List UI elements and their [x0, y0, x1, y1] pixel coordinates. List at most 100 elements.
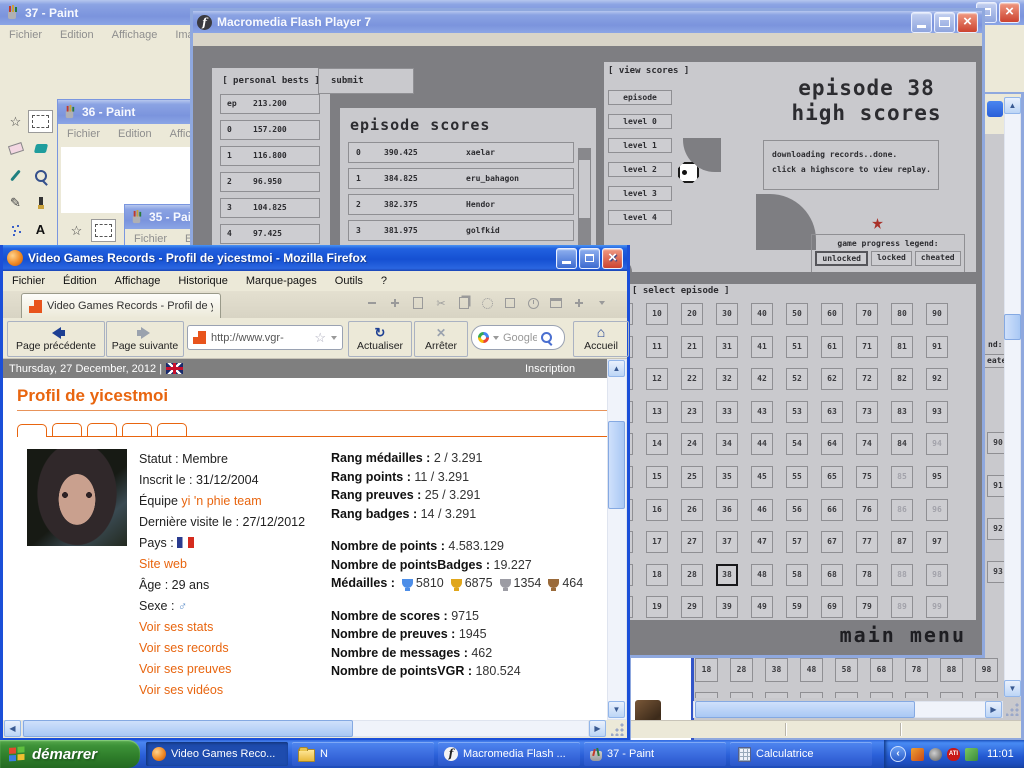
episode-cell[interactable]: 24: [681, 433, 703, 455]
flash-menubar[interactable]: [193, 33, 982, 46]
episode-cell[interactable]: 16: [646, 499, 668, 521]
episode-cell[interactable]: 62: [821, 368, 843, 390]
bg-scrollbar-thumb[interactable]: [1004, 314, 1021, 340]
tray-ati-icon[interactable]: ATI: [947, 748, 960, 761]
menu-item[interactable]: Historique: [169, 273, 237, 289]
episode-cell[interactable]: 99: [926, 596, 948, 618]
episode-cell[interactable]: 43: [751, 401, 773, 423]
view-scores-button[interactable]: level 4: [608, 210, 672, 225]
personal-best-row[interactable]: 4 97.425: [220, 224, 320, 244]
episode-cell[interactable]: 12: [646, 368, 668, 390]
cut-icon[interactable]: ✂: [434, 296, 448, 310]
view-scores-button[interactable]: episode: [608, 90, 672, 105]
view-scores-button[interactable]: level 3: [608, 186, 672, 201]
episode-cell[interactable]: 41: [751, 336, 773, 358]
episode-cell[interactable]: 33: [716, 401, 738, 423]
minimize-button[interactable]: [911, 12, 932, 33]
taskbar-item-paint[interactable]: 37 - Paint: [584, 742, 726, 766]
search-magnifier-icon[interactable]: [541, 332, 552, 343]
stop-button[interactable]: ✕ Arrêter: [414, 321, 468, 357]
episode-cell[interactable]: 58: [786, 564, 808, 586]
episode-cell[interactable]: 73: [856, 401, 878, 423]
close-button[interactable]: [999, 2, 1020, 23]
episode-cell[interactable]: 93: [926, 401, 948, 423]
menu-item[interactable]: Fichier: [0, 27, 51, 43]
taskbar-item-firefox[interactable]: Video Games Reco...: [146, 742, 288, 766]
menu-item[interactable]: Fichier: [3, 273, 54, 289]
episode-cell[interactable]: 48: [751, 564, 773, 586]
episode-cell[interactable]: 18: [646, 564, 668, 586]
episode-cell[interactable]: 35: [716, 466, 738, 488]
bg-scroll-right-arrow[interactable]: ▶: [985, 701, 1002, 718]
episode-cell[interactable]: 10: [646, 303, 668, 325]
bg-scroll-down-arrow[interactable]: ▼: [1004, 680, 1021, 697]
resize-grip[interactable]: [611, 722, 625, 736]
episode-cell[interactable]: 46: [751, 499, 773, 521]
url-bar[interactable]: http://www.vgr- ☆: [187, 325, 343, 350]
brush-tool-icon[interactable]: [28, 191, 53, 214]
episode-score-row[interactable]: 0 390.425 xaelar: [348, 142, 574, 163]
episode-cell[interactable]: 85: [891, 466, 913, 488]
pencil-tool-icon[interactable]: ✎: [3, 191, 28, 214]
episode-cell[interactable]: 98: [926, 564, 948, 586]
episode-cell[interactable]: 65: [821, 466, 843, 488]
episode-score-row[interactable]: 1 384.825 eru_bahagon: [348, 168, 574, 189]
website-link[interactable]: Site web: [139, 554, 331, 575]
episode-cell[interactable]: 71: [856, 336, 878, 358]
episode-cell[interactable]: 57: [786, 531, 808, 553]
menu-item[interactable]: Outils: [326, 273, 372, 289]
firefox-titlebar[interactable]: Video Games Records - Profil de yicestmo…: [3, 245, 627, 271]
minus-icon[interactable]: [365, 296, 379, 310]
bg-toolbar-button-fragment[interactable]: [987, 101, 1003, 117]
episode-cell[interactable]: 17: [646, 531, 668, 553]
profile-link[interactable]: Voir ses preuves: [139, 659, 331, 680]
episode-cell[interactable]: 45: [751, 466, 773, 488]
episode-cell[interactable]: 88: [891, 564, 913, 586]
magnifier-tool-icon[interactable]: [28, 164, 53, 187]
scrollbar-thumb[interactable]: [608, 421, 625, 509]
episode-cell[interactable]: 74: [856, 433, 878, 455]
bg-scroll-up-arrow[interactable]: ▲: [1004, 97, 1021, 114]
fill-tool-icon[interactable]: [28, 137, 53, 160]
episode-cell[interactable]: 55: [786, 466, 808, 488]
plus-icon[interactable]: [388, 296, 402, 310]
close-button[interactable]: [602, 248, 623, 269]
profile-tab[interactable]: [87, 423, 117, 436]
main-menu-button[interactable]: main menu: [604, 620, 976, 652]
team-link[interactable]: yi 'n phie team: [181, 494, 261, 508]
bg-grid-cell[interactable]: 28: [730, 658, 753, 682]
episode-cell[interactable]: 84: [891, 433, 913, 455]
close-button[interactable]: [957, 12, 978, 33]
page-vertical-scrollbar[interactable]: [607, 359, 627, 720]
episode-cell[interactable]: 50: [786, 303, 808, 325]
url-text[interactable]: http://www.vgr-: [211, 332, 309, 344]
episode-cell[interactable]: 42: [751, 368, 773, 390]
search-engine-dropdown-icon[interactable]: [493, 336, 499, 340]
episode-cell[interactable]: 30: [716, 303, 738, 325]
episode-cell[interactable]: 96: [926, 499, 948, 521]
hide-icons-chevron[interactable]: ‹: [890, 746, 906, 762]
menu-item[interactable]: Affichage: [106, 273, 170, 289]
profile-link[interactable]: Voir ses records: [139, 638, 331, 659]
episode-cell[interactable]: 68: [821, 564, 843, 586]
episode-cell[interactable]: 91: [926, 336, 948, 358]
submit-button[interactable]: submit: [318, 68, 414, 94]
episode-cell[interactable]: 94: [926, 433, 948, 455]
episode-cell[interactable]: 97: [926, 531, 948, 553]
personal-best-row[interactable]: 2 96.950: [220, 172, 320, 192]
menu-item[interactable]: Edition: [109, 126, 161, 142]
episode-cell[interactable]: 15: [646, 466, 668, 488]
hscrollbar-thumb[interactable]: [23, 720, 353, 737]
taskbar-item-flash[interactable]: f Macromedia Flash ...: [438, 742, 580, 766]
episode-cell[interactable]: 23: [681, 401, 703, 423]
episode-cell[interactable]: 49: [751, 596, 773, 618]
menu-item[interactable]: Marque-pages: [237, 273, 326, 289]
episode-cell[interactable]: 89: [891, 596, 913, 618]
profile-link[interactable]: Voir ses vidéos: [139, 680, 331, 701]
restore-button[interactable]: [579, 248, 600, 269]
view-scores-button[interactable]: level 0: [608, 114, 672, 129]
episode-cell[interactable]: 22: [681, 368, 703, 390]
back-button[interactable]: Page précédente: [7, 321, 105, 357]
select-tool-icon[interactable]: [28, 110, 53, 133]
bg-grid-cell[interactable]: 48: [800, 658, 823, 682]
